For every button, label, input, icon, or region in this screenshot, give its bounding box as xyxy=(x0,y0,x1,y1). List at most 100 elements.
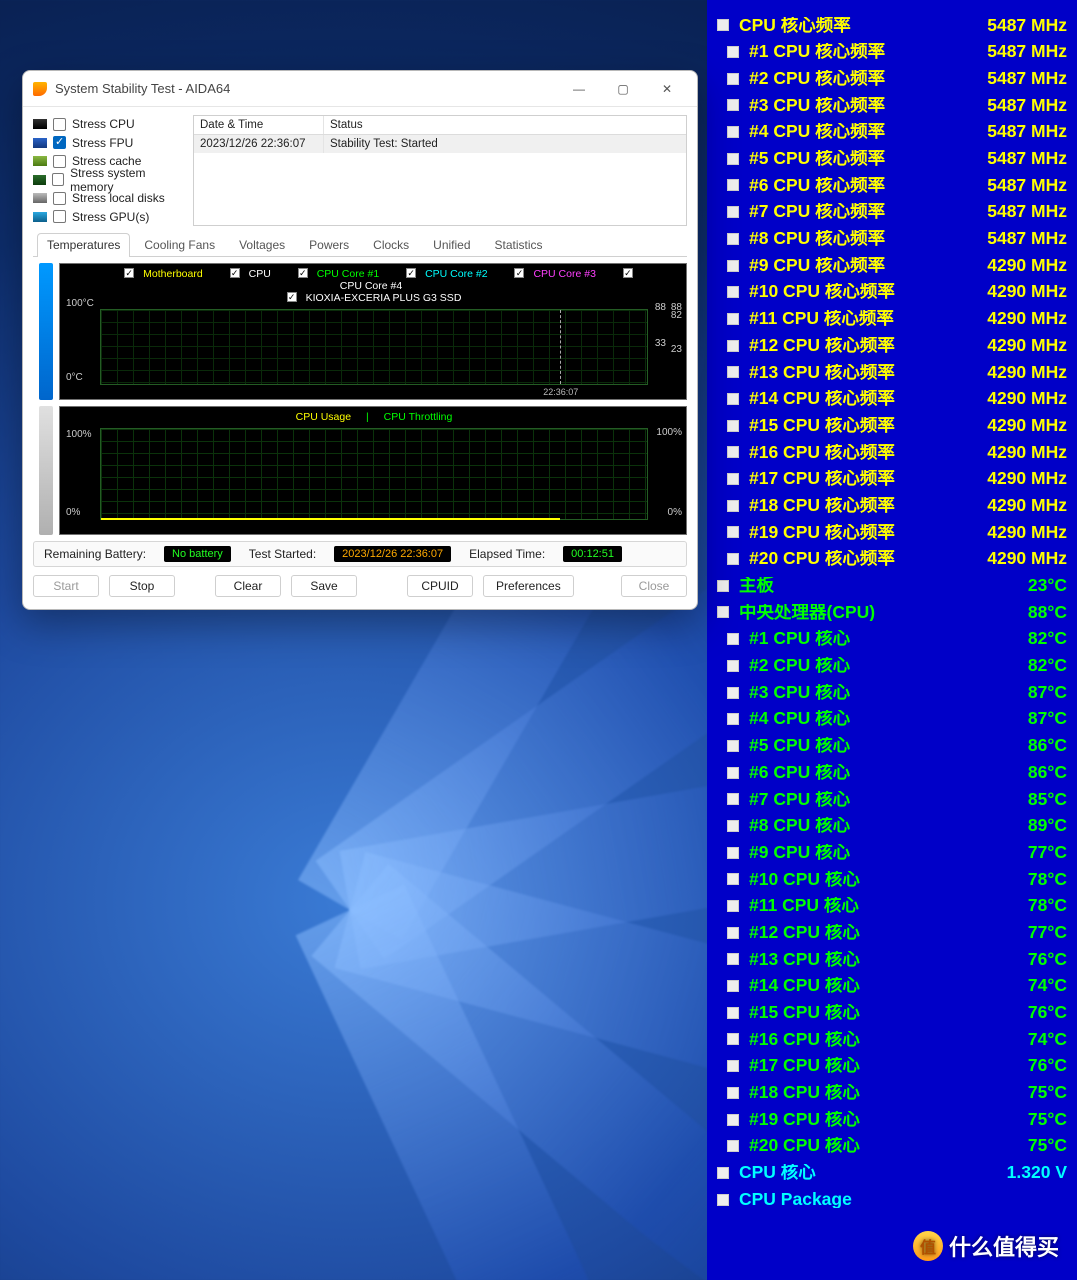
stress-cpu-option[interactable]: Stress CPU xyxy=(33,115,183,134)
legend-checkbox-icon[interactable] xyxy=(623,268,633,278)
stress-fpu-option[interactable]: Stress FPU xyxy=(33,134,183,153)
osd-row: #10 CPU 核心频率4290 MHz xyxy=(717,279,1067,306)
x-axis-time: 22:36:07 xyxy=(543,387,578,397)
cpuid-button[interactable]: CPUID xyxy=(407,575,473,597)
legend-checkbox-icon[interactable] xyxy=(514,268,524,278)
osd-label: #4 CPU 核心 xyxy=(749,710,1020,728)
stress-gpu-option[interactable]: Stress GPU(s) xyxy=(33,208,183,227)
bullet-icon xyxy=(727,286,739,298)
elapsed-value: 00:12:51 xyxy=(563,546,622,562)
osd-label: #14 CPU 核心 xyxy=(749,977,1020,995)
bullet-icon xyxy=(717,606,729,618)
osd-label: #9 CPU 核心 xyxy=(749,844,1020,862)
osd-row: #12 CPU 核心频率4290 MHz xyxy=(717,332,1067,359)
tab-statistics[interactable]: Statistics xyxy=(485,233,553,257)
osd-row: #20 CPU 核心75°C xyxy=(717,1133,1067,1160)
osd-value: 82°C xyxy=(1020,657,1067,675)
stress-disk-checkbox[interactable] xyxy=(53,192,66,205)
r-val: 100% xyxy=(656,427,682,438)
osd-row: #7 CPU 核心频率5487 MHz xyxy=(717,199,1067,226)
bullet-icon xyxy=(727,366,739,378)
start-button[interactable]: Start xyxy=(33,575,99,597)
osd-row: #1 CPU 核心82°C xyxy=(717,626,1067,653)
legend-checkbox-icon[interactable] xyxy=(406,268,416,278)
osd-value: 76°C xyxy=(1020,1057,1067,1075)
stress-memory-checkbox[interactable] xyxy=(52,173,64,186)
stress-cache-checkbox[interactable] xyxy=(53,155,66,168)
osd-value: 4290 MHz xyxy=(979,470,1067,488)
bullet-icon xyxy=(727,260,739,272)
stress-fpu-checkbox[interactable] xyxy=(53,136,66,149)
osd-row: #1 CPU 核心频率5487 MHz xyxy=(717,39,1067,66)
bullet-icon xyxy=(727,793,739,805)
titlebar[interactable]: System Stability Test - AIDA64 — ▢ ✕ xyxy=(23,71,697,107)
legend-checkbox-icon[interactable] xyxy=(230,268,240,278)
osd-value: 77°C xyxy=(1020,844,1067,862)
preferences-button[interactable]: Preferences xyxy=(483,575,574,597)
stress-gpu-checkbox[interactable] xyxy=(53,210,66,223)
log-header-date[interactable]: Date & Time xyxy=(194,116,324,134)
minimize-button[interactable]: — xyxy=(557,75,601,103)
osd-value: 4290 MHz xyxy=(979,257,1067,275)
osd-label: #20 CPU 核心 xyxy=(749,1137,1020,1155)
osd-row: #13 CPU 核心76°C xyxy=(717,946,1067,973)
osd-label: #7 CPU 核心 xyxy=(749,791,1020,809)
legend-checkbox-icon[interactable] xyxy=(298,268,308,278)
osd-label: CPU 核心 xyxy=(739,1164,999,1182)
osd-row: #12 CPU 核心77°C xyxy=(717,919,1067,946)
stress-cpu-label: Stress CPU xyxy=(72,117,135,131)
bullet-icon xyxy=(727,1114,739,1126)
legend-checkbox-icon[interactable] xyxy=(124,268,134,278)
tab-clocks[interactable]: Clocks xyxy=(363,233,419,257)
osd-cpu: 中央处理器(CPU) 88°C xyxy=(717,599,1067,626)
tab-temperatures[interactable]: Temperatures xyxy=(37,233,130,257)
tab-unified[interactable]: Unified xyxy=(423,233,480,257)
osd-value: 78°C xyxy=(1020,897,1067,915)
y-axis-top: 100°C xyxy=(66,298,94,309)
osd-row: #16 CPU 核心74°C xyxy=(717,1026,1067,1053)
osd-value: 4290 MHz xyxy=(979,417,1067,435)
bullet-icon xyxy=(727,713,739,725)
osd-row: #17 CPU 核心76°C xyxy=(717,1053,1067,1080)
tab-powers[interactable]: Powers xyxy=(299,233,359,257)
legend-checkbox-icon[interactable] xyxy=(287,292,297,302)
tab-cooling-fans[interactable]: Cooling Fans xyxy=(134,233,225,257)
maximize-button[interactable]: ▢ xyxy=(601,75,645,103)
r-val: 23 xyxy=(671,344,682,355)
bullet-icon xyxy=(727,553,739,565)
stress-disk-option[interactable]: Stress local disks xyxy=(33,189,183,208)
close-button-bottom[interactable]: Close xyxy=(621,575,687,597)
stop-button[interactable]: Stop xyxy=(109,575,175,597)
tab-voltages[interactable]: Voltages xyxy=(229,233,295,257)
stress-cpu-checkbox[interactable] xyxy=(53,118,66,131)
cpu-usage-graph: CPU Usage | CPU Throttling 100% 0% 100% … xyxy=(59,406,687,535)
clear-button[interactable]: Clear xyxy=(215,575,281,597)
log-header-status[interactable]: Status xyxy=(324,116,686,134)
log-row[interactable]: 2023/12/26 22:36:07 Stability Test: Star… xyxy=(194,135,686,153)
memory-icon xyxy=(33,175,46,185)
osd-row: #7 CPU 核心85°C xyxy=(717,786,1067,813)
bullet-icon xyxy=(727,99,739,111)
disk-icon xyxy=(33,193,47,203)
osd-value: 5487 MHz xyxy=(979,17,1067,35)
osd-label: #10 CPU 核心 xyxy=(749,871,1020,889)
bullet-icon xyxy=(727,526,739,538)
close-button[interactable]: ✕ xyxy=(645,75,689,103)
osd-label: #13 CPU 核心频率 xyxy=(749,364,979,382)
osd-value: 87°C xyxy=(1020,710,1067,728)
y-axis-bot: 0°C xyxy=(66,372,83,383)
bullet-icon xyxy=(727,820,739,832)
test-started-label: Test Started: xyxy=(249,547,316,561)
osd-label: #1 CPU 核心频率 xyxy=(749,43,979,61)
osd-value: 4290 MHz xyxy=(979,550,1067,568)
osd-value: 4290 MHz xyxy=(979,390,1067,408)
save-button[interactable]: Save xyxy=(291,575,357,597)
watermark: 值 什么值得买 xyxy=(913,1230,1059,1262)
osd-label: #18 CPU 核心频率 xyxy=(749,497,979,515)
osd-label: 中央处理器(CPU) xyxy=(739,604,1020,622)
osd-label: #15 CPU 核心频率 xyxy=(749,417,979,435)
bullet-icon xyxy=(717,1167,729,1179)
event-log[interactable]: Date & Time Status 2023/12/26 22:36:07 S… xyxy=(193,115,687,226)
stress-memory-option[interactable]: Stress system memory xyxy=(33,171,183,190)
aida64-window: System Stability Test - AIDA64 — ▢ ✕ Str… xyxy=(22,70,698,610)
